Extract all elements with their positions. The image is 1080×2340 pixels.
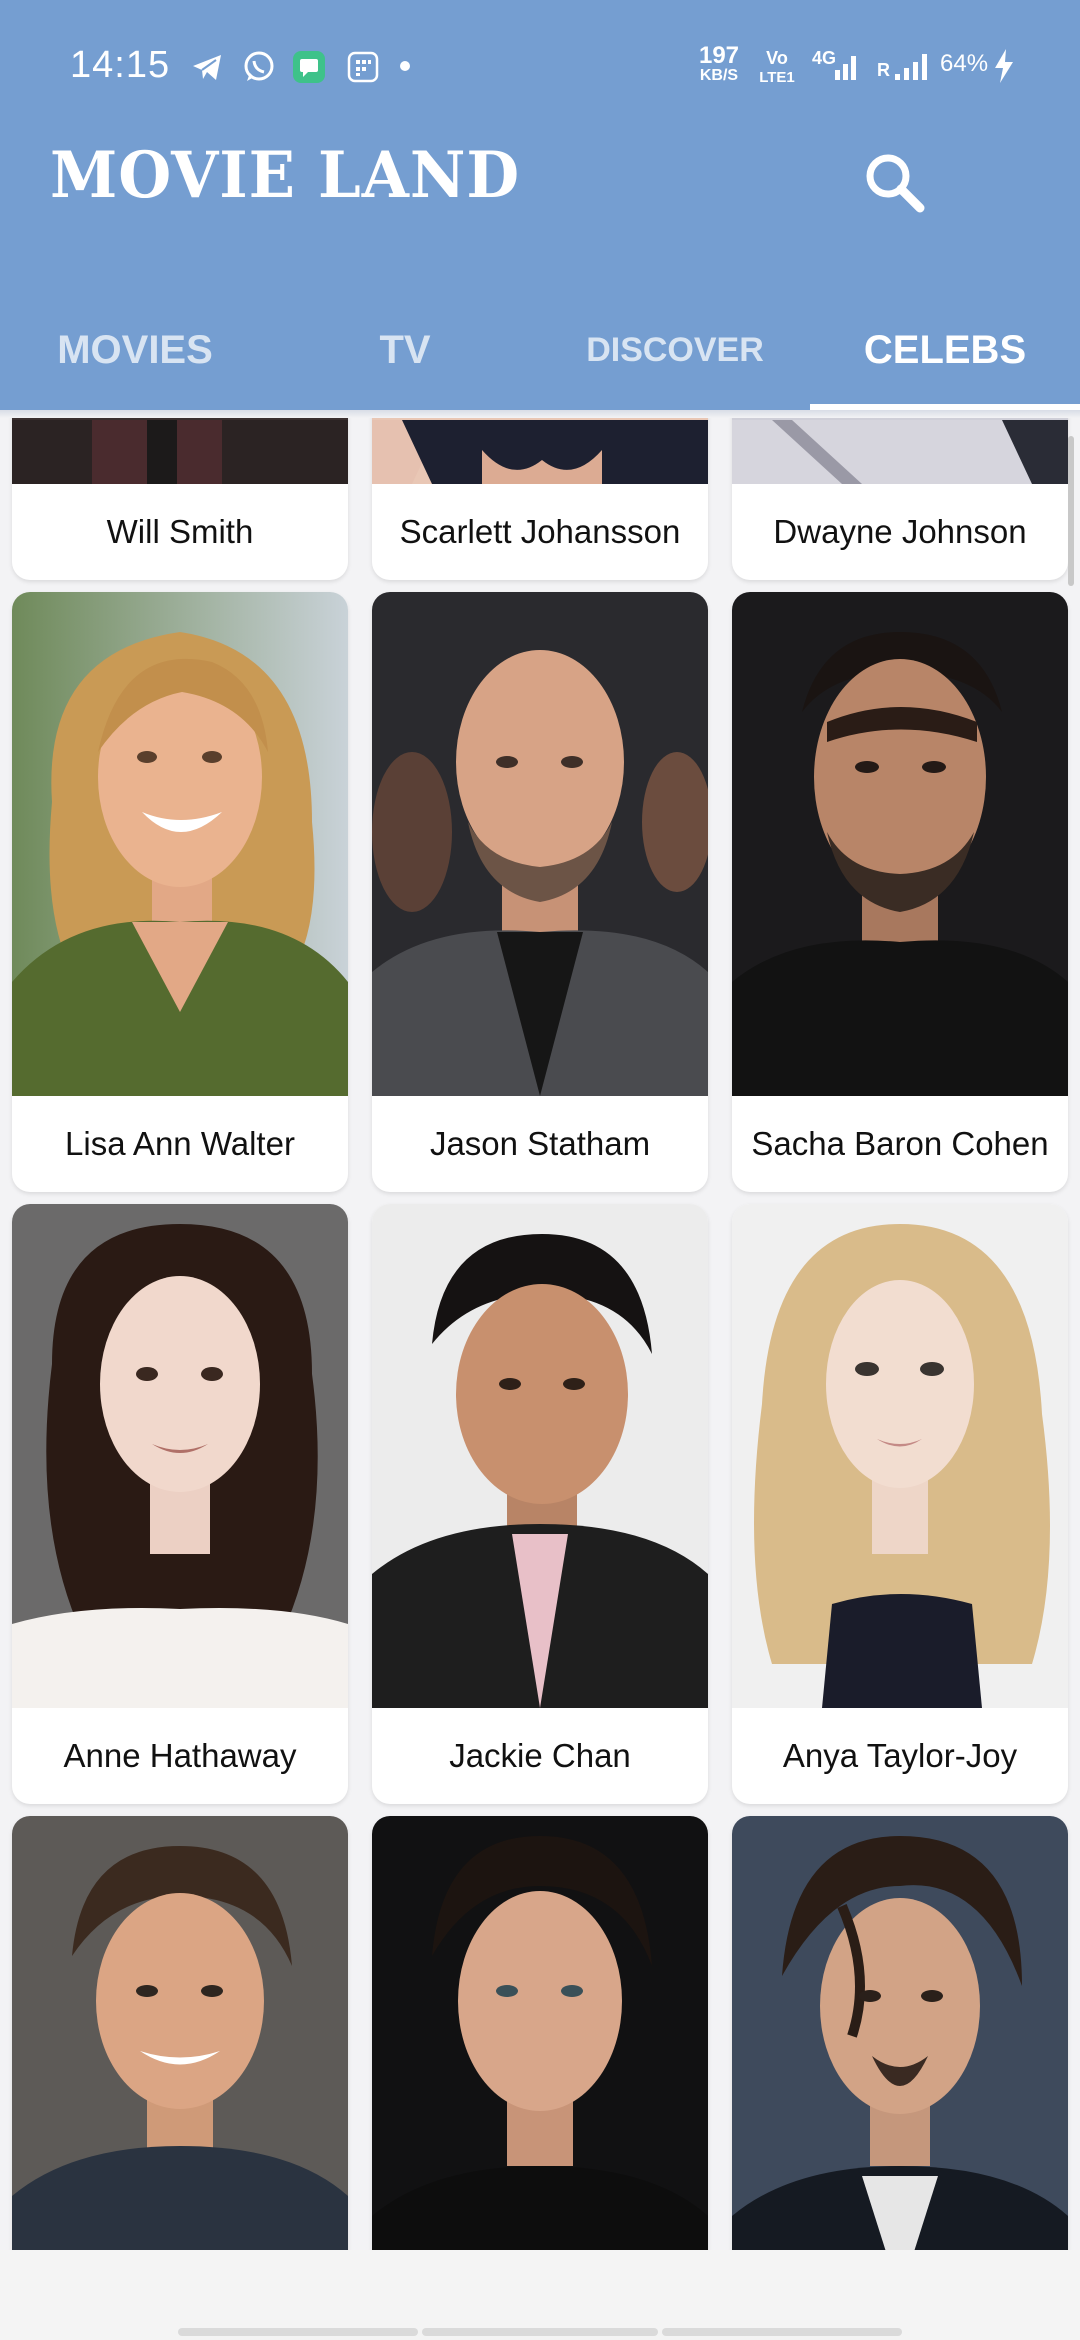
- celeb-photo: [12, 592, 348, 1096]
- celeb-name: Jackie Chan: [449, 1737, 631, 1774]
- volte-top: Vo: [766, 48, 788, 68]
- app-bar-shadow: [0, 410, 1080, 418]
- scrollbar[interactable]: [1068, 436, 1074, 586]
- celeb-card[interactable]: Jason Statham: [372, 592, 708, 1192]
- tab-tv[interactable]: TV: [270, 290, 540, 410]
- signal-icon: [835, 56, 856, 80]
- tab-movies[interactable]: MOVIES: [0, 290, 270, 410]
- celeb-photo: [372, 1816, 708, 2250]
- celeb-photo: [732, 418, 1068, 484]
- celeb-name: Anya Taylor-Joy: [782, 1737, 1018, 1774]
- celeb-card[interactable]: [12, 1816, 348, 2250]
- celeb-name: Sacha Baron Cohen: [751, 1125, 1049, 1162]
- celeb-card[interactable]: Jackie Chan: [372, 1204, 708, 1804]
- tab-celebs[interactable]: CELEBS: [810, 290, 1080, 410]
- celeb-name: Jason Statham: [429, 1125, 651, 1162]
- tab-discover[interactable]: DISCOVER: [540, 290, 810, 410]
- net-speed-unit: KB/S: [699, 67, 739, 84]
- roaming-indicator: R: [877, 60, 890, 80]
- celeb-photo: [372, 418, 708, 484]
- volte-indicator: Vo LTE1: [755, 48, 799, 88]
- volte-bottom: LTE1: [759, 69, 795, 86]
- nav-handle: [178, 2328, 418, 2336]
- net-speed-value: 197: [698, 42, 740, 69]
- celeb-photo: [12, 1816, 348, 2250]
- celeb-name: Anne Hathaway: [63, 1737, 297, 1774]
- celeb-card[interactable]: Scarlett Johansson: [372, 418, 708, 580]
- celeb-name: Lisa Ann Walter: [65, 1125, 295, 1162]
- charging-icon: [995, 49, 1013, 83]
- telegram-icon: [193, 55, 221, 80]
- celeb-photo: [732, 1816, 1068, 2250]
- celeb-name: Dwayne Johnson: [773, 513, 1027, 550]
- nav-handle: [662, 2328, 902, 2336]
- celeb-card[interactable]: Lisa Ann Walter: [12, 592, 348, 1192]
- status-time: 14:15: [70, 44, 171, 86]
- dot-icon: [400, 61, 410, 71]
- celeb-photo: [372, 592, 708, 1096]
- signal-icon: [895, 54, 927, 80]
- whatsapp-icon: [244, 51, 274, 81]
- celeb-card[interactable]: Anya Taylor-Joy: [732, 1204, 1068, 1804]
- status-bar: 14:15 197 KB/S Vo LTE1 4G R 64%: [0, 0, 1080, 130]
- net-speed: 197 KB/S: [694, 42, 744, 86]
- celeb-card[interactable]: [372, 1816, 708, 2250]
- bottom-area: [0, 2250, 1080, 2340]
- celeb-photo: [732, 592, 1068, 1096]
- celeb-card[interactable]: Anne Hathaway: [12, 1204, 348, 1804]
- sim-toolkit-icon: [347, 51, 379, 83]
- celeb-card[interactable]: [732, 1816, 1068, 2250]
- celeb-photo: [12, 418, 348, 484]
- celeb-name: Scarlett Johansson: [399, 513, 681, 550]
- search-icon[interactable]: [860, 148, 930, 218]
- app-title: MOVIE LAND: [50, 138, 521, 213]
- battery-level: 64%: [940, 50, 989, 77]
- celeb-photo: [12, 1204, 348, 1708]
- celeb-photo: [372, 1204, 708, 1708]
- app-bar: 14:15 197 KB/S Vo LTE1 4G R 64% MOVIE LA…: [0, 0, 1080, 410]
- messages-icon: [293, 51, 325, 83]
- celebs-grid: Will Smith Scarlett Johansson Dwayne Joh…: [0, 418, 1080, 2250]
- celeb-name: Will Smith: [106, 513, 254, 550]
- celeb-card[interactable]: Will Smith: [12, 418, 348, 580]
- tab-bar: MOVIES TV DISCOVER CELEBS: [0, 290, 1080, 410]
- nav-handle: [422, 2328, 658, 2336]
- celeb-card[interactable]: Dwayne Johnson: [732, 418, 1068, 580]
- celeb-card[interactable]: Sacha Baron Cohen: [732, 592, 1068, 1192]
- celeb-photo: [732, 1204, 1068, 1708]
